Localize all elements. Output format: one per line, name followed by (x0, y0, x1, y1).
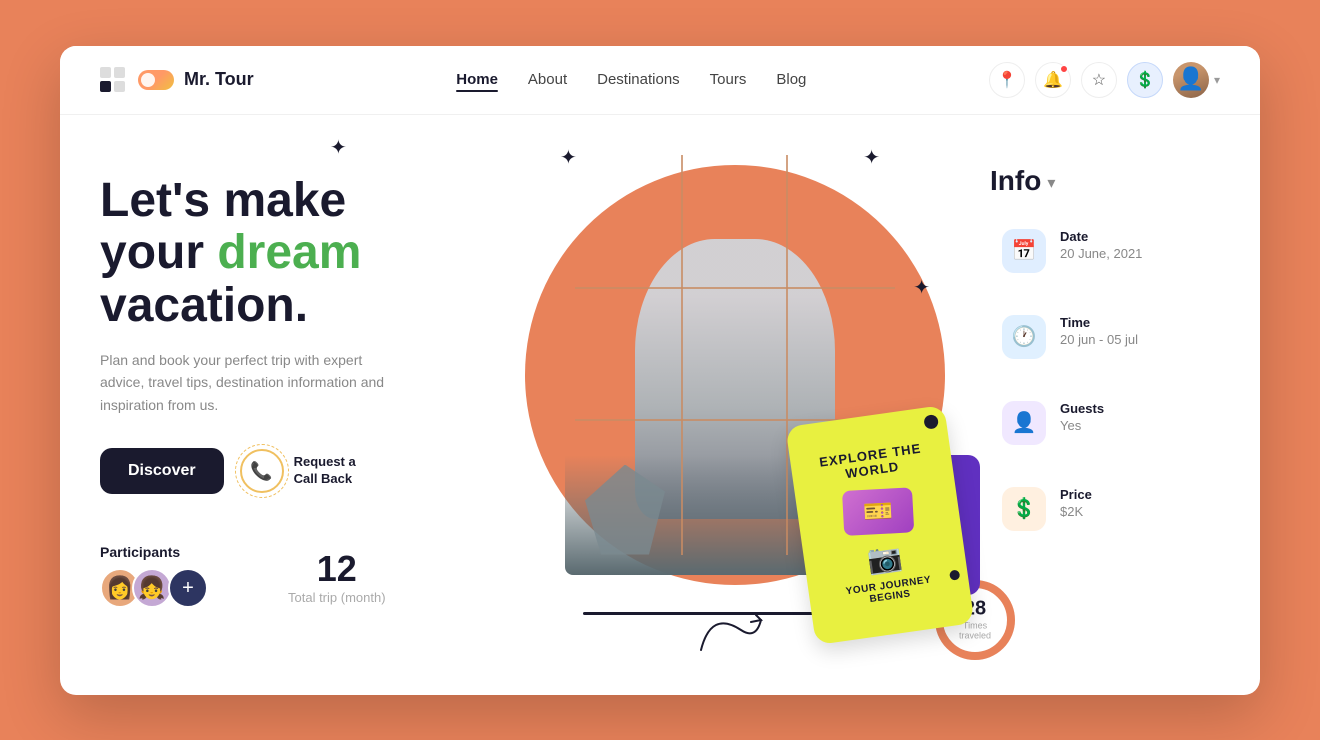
trip-number: 12 (288, 548, 386, 590)
dot-1 (923, 413, 939, 429)
hero-title-dream: dream (217, 226, 361, 279)
info-title: Info (990, 165, 1041, 197)
trip-label: Total trip (month) (288, 590, 386, 605)
info-card-date: 📅 Date 20 June, 2021 (990, 217, 1220, 285)
logo-area: Mr. Tour (100, 67, 254, 92)
participant-avatars: 👩 👧 + (100, 568, 208, 608)
callback-line1: Request a (294, 454, 356, 469)
callback-button[interactable]: 📞 Request a Call Back (240, 449, 356, 493)
nav-link-home[interactable]: Home (456, 71, 498, 88)
dollar-icon: 💲 (1012, 496, 1037, 521)
logo-grid-icon (100, 67, 128, 92)
nav-link-about[interactable]: About (528, 71, 567, 88)
brand-name: Mr. Tour (184, 69, 254, 90)
grid-line-v1 (681, 155, 683, 555)
price-icon-wrap: 💲 (1002, 487, 1046, 531)
person-icon: 👤 (1012, 410, 1037, 435)
location-icon: 📍 (997, 70, 1017, 90)
hero-title-line3: vacation. (100, 279, 308, 332)
nav-links: Home About Destinations Tours Blog (294, 71, 969, 88)
notification-dot (1060, 65, 1068, 73)
info-card-time: 🕐 Time 20 jun - 05 jul (990, 303, 1220, 371)
nav-link-tours[interactable]: Tours (710, 71, 747, 88)
arrow-doodle (691, 600, 771, 665)
sparkle-icon-4: ✦ (913, 275, 930, 300)
info-header: Info ▾ (990, 165, 1220, 197)
notification-button[interactable]: 🔔 (1035, 62, 1071, 98)
coin-icon: 💲 (1135, 70, 1155, 90)
bell-icon: 🔔 (1043, 70, 1063, 90)
discover-button[interactable]: Discover (100, 448, 224, 494)
price-value: $2K (1060, 504, 1092, 519)
info-chevron-icon[interactable]: ▾ (1047, 173, 1055, 193)
sparkle-icon-1: ✦ (330, 135, 347, 160)
guests-text: Guests Yes (1060, 401, 1104, 433)
left-section: ✦ Let's make your dream vacation. Plan a… (100, 135, 480, 675)
add-participant-button[interactable]: + (168, 568, 208, 608)
yellow-card-title: EXPLORE THE WORLD (806, 438, 937, 486)
date-icon-wrap: 📅 (1002, 229, 1046, 273)
right-section: Info ▾ 📅 Date 20 June, 2021 🕐 Tim (990, 135, 1220, 675)
grid-line-v2 (786, 155, 788, 555)
guests-icon-wrap: 👤 (1002, 401, 1046, 445)
time-text: Time 20 jun - 05 jul (1060, 315, 1138, 347)
guests-label: Guests (1060, 401, 1104, 416)
hero-title-line1: Let's make (100, 174, 346, 227)
avatar (1173, 62, 1209, 98)
participant-avatar-2: 👧 (132, 568, 172, 608)
camera-icon: 📷 (865, 539, 904, 577)
time-label: Time (1060, 315, 1138, 330)
phone-icon: 📞 (240, 449, 284, 493)
logo-toggle (138, 70, 174, 90)
main-content: ✦ Let's make your dream vacation. Plan a… (60, 115, 1260, 695)
ticket-image (842, 487, 914, 536)
clock-icon: 🕐 (1012, 324, 1037, 349)
hero-title-line2: your (100, 226, 217, 279)
yellow-card-subtitle: YOUR JOURNEY BEGINS (824, 571, 954, 611)
cta-row: Discover 📞 Request a Call Back (100, 448, 480, 494)
location-button[interactable]: 📍 (989, 62, 1025, 98)
date-value: 20 June, 2021 (1060, 246, 1142, 261)
callback-text: Request a Call Back (294, 454, 356, 488)
center-section: ✦ ✦ ✦ ✦ EXPLORE THE WORLD 📷 YOUR JOURNEY… (480, 135, 990, 675)
sparkle-icon-3: ✦ (863, 145, 880, 170)
nav-link-destinations[interactable]: Destinations (597, 71, 680, 88)
info-card-price: 💲 Price $2K (990, 475, 1220, 543)
avatar-button[interactable]: ▾ (1173, 62, 1220, 98)
grid-line-h1 (575, 287, 895, 289)
date-text: Date 20 June, 2021 (1060, 229, 1142, 261)
price-text: Price $2K (1060, 487, 1092, 519)
hero-subtitle: Plan and book your perfect trip with exp… (100, 349, 400, 416)
hero-title: Let's make your dream vacation. (100, 175, 480, 333)
date-label: Date (1060, 229, 1142, 244)
calendar-icon: 📅 (1012, 238, 1037, 263)
avatar-chevron-icon: ▾ (1214, 73, 1220, 87)
browser-window: Mr. Tour Home About Destinations Tours B… (60, 46, 1260, 695)
navbar: Mr. Tour Home About Destinations Tours B… (60, 46, 1260, 115)
price-label: Price (1060, 487, 1092, 502)
info-card-guests: 👤 Guests Yes (990, 389, 1220, 457)
bottom-stats: Participants 👩 👧 + 12 Total trip (month) (100, 524, 480, 608)
sparkle-icon-2: ✦ (560, 145, 577, 170)
participants-label: Participants (100, 544, 208, 560)
time-icon-wrap: 🕐 (1002, 315, 1046, 359)
coin-button[interactable]: 💲 (1127, 62, 1163, 98)
nav-link-blog[interactable]: Blog (776, 71, 806, 88)
participants-section: Participants 👩 👧 + (100, 544, 208, 608)
yellow-card: EXPLORE THE WORLD 📷 YOUR JOURNEY BEGINS (785, 404, 974, 644)
guests-value: Yes (1060, 418, 1104, 433)
trip-stat: 12 Total trip (month) (288, 548, 386, 605)
callback-line2: Call Back (294, 471, 353, 486)
star-icon: ☆ (1092, 70, 1106, 90)
nav-actions: 📍 🔔 ☆ 💲 ▾ (989, 62, 1220, 98)
star-button[interactable]: ☆ (1081, 62, 1117, 98)
dot-2 (949, 569, 960, 580)
time-value: 20 jun - 05 jul (1060, 332, 1138, 347)
